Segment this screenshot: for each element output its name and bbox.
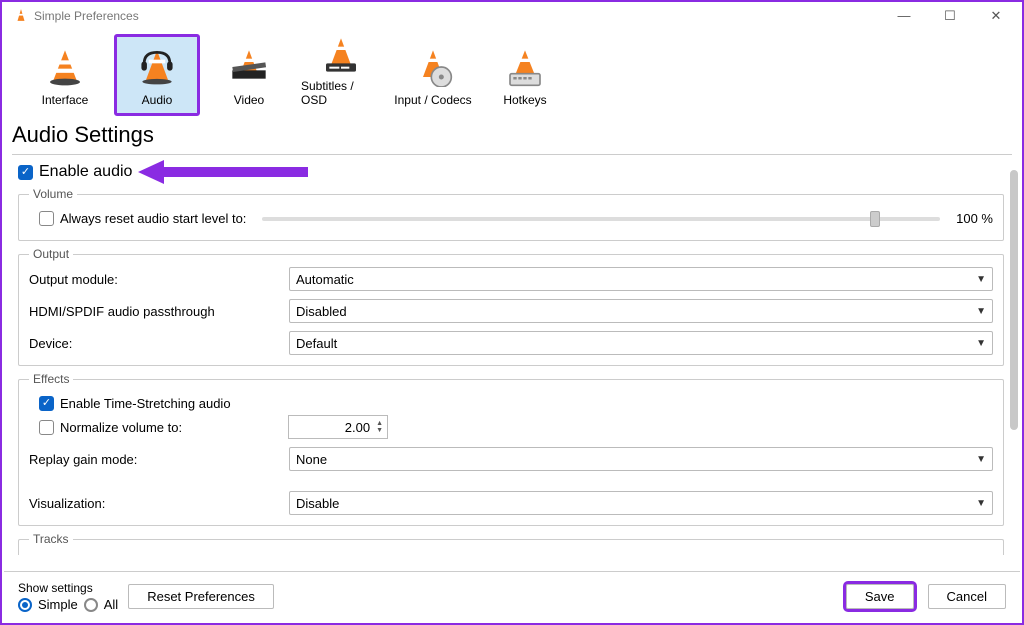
tracks-legend: Tracks xyxy=(29,532,73,546)
device-select[interactable]: Default ▼ xyxy=(289,331,993,355)
output-module-label: Output module: xyxy=(29,272,279,287)
select-value: Default xyxy=(296,336,337,351)
device-label: Device: xyxy=(29,336,279,351)
save-button[interactable]: Save xyxy=(846,584,914,609)
window-title: Simple Preferences xyxy=(34,9,139,23)
footer: Show settings Simple All Reset Preferenc… xyxy=(4,571,1020,621)
enable-audio-label: Enable audio xyxy=(39,163,132,181)
replay-label: Replay gain mode: xyxy=(29,452,279,467)
tab-label: Input / Codecs xyxy=(394,93,471,107)
tab-subtitles[interactable]: Subtitles / OSD xyxy=(298,34,384,116)
show-settings-label: Show settings xyxy=(18,581,118,595)
spin-up-icon[interactable]: ▲ xyxy=(376,420,383,427)
tab-label: Audio xyxy=(142,93,173,107)
replay-select[interactable]: None ▼ xyxy=(289,447,993,471)
chevron-down-icon: ▼ xyxy=(976,274,986,285)
normalize-label: Normalize volume to: xyxy=(60,420,282,435)
subtitle-cone-icon xyxy=(319,35,363,75)
normalize-value: 2.00 xyxy=(345,420,370,435)
effects-legend: Effects xyxy=(29,372,73,386)
passthrough-label: HDMI/SPDIF audio passthrough xyxy=(29,304,279,319)
enable-audio-checkbox[interactable]: ✓ xyxy=(18,165,33,180)
maximize-button[interactable]: ☐ xyxy=(936,8,964,24)
reset-level-label: Always reset audio start level to: xyxy=(60,211,246,226)
timestretch-label: Enable Time-Stretching audio xyxy=(60,396,231,411)
tab-hotkeys[interactable]: Hotkeys xyxy=(482,34,568,116)
headphones-cone-icon xyxy=(135,45,179,89)
page-title: Audio Settings xyxy=(2,120,1022,154)
passthrough-select[interactable]: Disabled ▼ xyxy=(289,299,993,323)
reset-level-checkbox[interactable] xyxy=(39,211,54,226)
tab-codecs[interactable]: Input / Codecs xyxy=(390,34,476,116)
output-group: Output Output module: Automatic ▼ HDMI/SP… xyxy=(18,247,1004,366)
scrollbar-thumb[interactable] xyxy=(1010,170,1018,430)
volume-group: Volume Always reset audio start level to… xyxy=(18,187,1004,241)
viz-select[interactable]: Disable ▼ xyxy=(289,491,993,515)
output-legend: Output xyxy=(29,247,73,261)
chevron-down-icon: ▼ xyxy=(976,498,986,509)
effects-group: Effects ✓ Enable Time-Stretching audio N… xyxy=(18,372,1004,526)
select-value: Automatic xyxy=(296,272,354,287)
tab-video[interactable]: Video xyxy=(206,34,292,116)
reset-preferences-button[interactable]: Reset Preferences xyxy=(128,584,274,609)
settings-content: ✓ Enable audio Volume Always reset audio… xyxy=(2,155,1022,555)
clapper-cone-icon xyxy=(227,45,271,89)
tracks-group: Tracks Preferred audio language: xyxy=(18,532,1004,555)
volume-legend: Volume xyxy=(29,187,77,201)
tab-label: Hotkeys xyxy=(503,93,546,107)
spin-down-icon[interactable]: ▼ xyxy=(376,427,383,434)
volume-level-value: 100 % xyxy=(956,211,993,226)
vertical-scrollbar[interactable] xyxy=(1010,166,1018,561)
title-bar: Simple Preferences — ☐ ✕ xyxy=(2,2,1022,30)
normalize-checkbox[interactable] xyxy=(39,420,54,435)
disc-cone-icon xyxy=(411,45,455,89)
slider-thumb[interactable] xyxy=(870,211,880,227)
select-value: Disable xyxy=(296,496,339,511)
viz-label: Visualization: xyxy=(29,496,279,511)
tab-audio[interactable]: Audio xyxy=(114,34,200,116)
tab-interface[interactable]: Interface xyxy=(22,34,108,116)
tab-label: Video xyxy=(234,93,264,107)
timestretch-checkbox[interactable]: ✓ xyxy=(39,396,54,411)
select-value: Disabled xyxy=(296,304,347,319)
cancel-button[interactable]: Cancel xyxy=(928,584,1006,609)
vlc-icon xyxy=(14,8,28,25)
close-button[interactable]: ✕ xyxy=(982,8,1010,24)
keyboard-cone-icon xyxy=(503,45,547,89)
radio-all[interactable] xyxy=(84,598,98,612)
volume-slider[interactable] xyxy=(262,217,940,221)
minimize-button[interactable]: — xyxy=(890,8,918,24)
chevron-down-icon: ▼ xyxy=(976,338,986,349)
radio-simple-label: Simple xyxy=(38,597,78,612)
radio-all-label: All xyxy=(104,597,118,612)
chevron-down-icon: ▼ xyxy=(976,454,986,465)
radio-simple[interactable] xyxy=(18,598,32,612)
tab-label: Interface xyxy=(42,93,89,107)
output-module-select[interactable]: Automatic ▼ xyxy=(289,267,993,291)
select-value: None xyxy=(296,452,327,467)
category-toolbar: Interface Audio Video Subtitles / OSD In… xyxy=(2,30,1022,120)
annotation-arrow-icon xyxy=(138,160,308,184)
cone-icon xyxy=(43,45,87,89)
normalize-spinner[interactable]: 2.00 ▲▼ xyxy=(288,415,388,439)
tab-label: Subtitles / OSD xyxy=(301,79,381,107)
chevron-down-icon: ▼ xyxy=(976,306,986,317)
